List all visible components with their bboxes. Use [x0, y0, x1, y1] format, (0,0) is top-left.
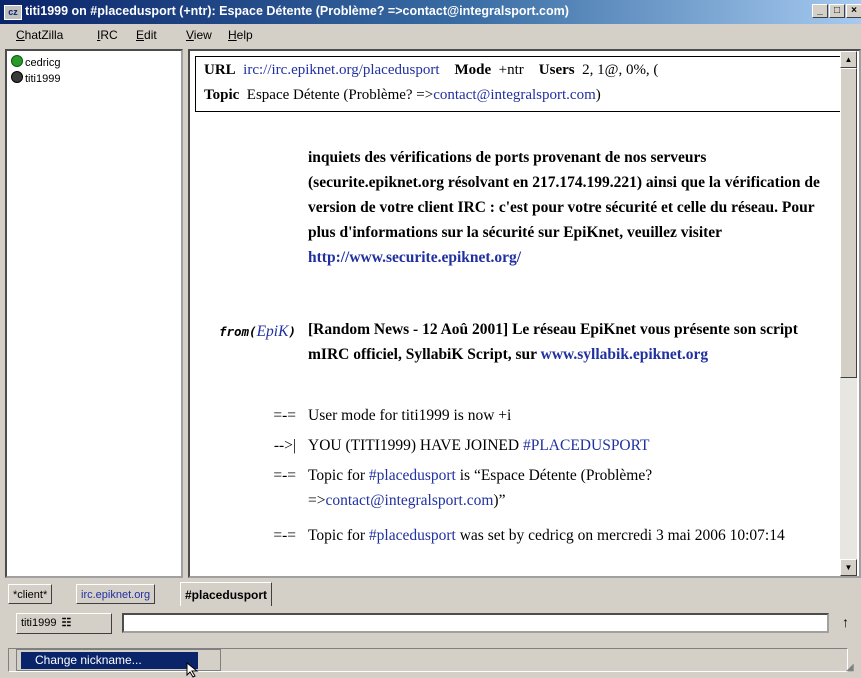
message-row: inquiets des vérifications de ports prov… — [190, 145, 842, 295]
message-text: was set by cedricg on mercredi 3 mai 200… — [459, 527, 785, 544]
user-nick: cedricg — [25, 57, 61, 69]
message-from: -->| — [273, 437, 296, 454]
user-item-cedricg[interactable]: cedricg — [11, 55, 60, 71]
channel-link[interactable]: #placedusport — [369, 467, 456, 484]
minimize-button[interactable]: _ — [812, 4, 828, 18]
nickname-button[interactable]: titi1999 ☷ — [16, 613, 112, 634]
user-status-icon — [11, 71, 23, 83]
topic-end: ) — [595, 87, 601, 103]
vertical-scrollbar[interactable]: ▲ ▼ — [840, 51, 857, 576]
topic-label: Topic — [204, 87, 240, 103]
menu-chatzilla[interactable]: ChatZilla — [16, 28, 63, 42]
message-text: YOU (TITI1999) HAVE JOINED — [308, 437, 520, 454]
email-link[interactable]: contact@integralsport.com — [325, 492, 493, 509]
menu-irc[interactable]: IRC — [97, 28, 118, 42]
mode-label: Mode — [454, 62, 492, 78]
message-link[interactable]: #PLACEDUSPORT — [523, 437, 650, 454]
input-row: titi1999 ☷ ↑ — [0, 610, 861, 636]
menu-view[interactable]: View — [186, 28, 212, 42]
channel-url-link[interactable]: irc://irc.epiknet.org/placedusport — [243, 62, 439, 78]
op-status-icon — [11, 55, 23, 67]
message-text: )” — [493, 492, 506, 509]
message-text: User mode for titi1999 is now +i — [308, 407, 512, 424]
users-label: Users — [538, 62, 575, 78]
multiline-toggle-icon[interactable]: ↑ — [842, 614, 849, 630]
message-row: =-= Topic for #placedusport is “Espace D… — [190, 463, 842, 513]
message-row: from(EpiK) [Random News - 12 Aoû 2001] L… — [190, 317, 842, 393]
user-item-titi1999[interactable]: titi1999 — [11, 71, 60, 87]
chatzilla-app-icon: cz — [4, 5, 22, 20]
menu-edit[interactable]: Edit — [136, 28, 157, 42]
close-button[interactable]: × — [846, 4, 861, 18]
url-label: URL — [204, 62, 236, 78]
change-nickname-menu-item[interactable]: Change nickname... — [21, 652, 198, 669]
user-nick: titi1999 — [25, 73, 61, 85]
user-list: cedricg titi1999 — [5, 49, 183, 578]
message-link[interactable]: http://www.securite.epiknet.org/ — [308, 249, 521, 266]
from-nick-link[interactable]: EpiK — [257, 323, 289, 340]
scroll-thumb[interactable] — [840, 68, 857, 378]
mouse-cursor-icon — [186, 662, 199, 678]
tab-server[interactable]: irc.epiknet.org — [76, 584, 156, 604]
message-row: =-= Topic for #placedusport was set by c… — [190, 523, 842, 573]
channel-link[interactable]: #placedusport — [369, 527, 456, 544]
mode-value: +ntr — [498, 62, 524, 78]
scroll-up-icon[interactable]: ▲ — [840, 51, 857, 68]
topic-email-link[interactable]: contact@integralsport.com — [433, 87, 596, 103]
message-link[interactable]: www.syllabik.epiknet.org — [541, 346, 709, 363]
message-text: inquiets des vérifications de ports prov… — [308, 149, 820, 241]
message-text: Topic for — [308, 467, 366, 484]
topic-text: Espace Détente (Problème? => — [246, 87, 434, 103]
message-from: =-= — [273, 407, 296, 424]
tab-placedusport[interactable]: #placedusport — [180, 582, 273, 606]
maximize-button[interactable]: □ — [829, 4, 845, 18]
tab-client[interactable]: *client* — [8, 584, 53, 604]
nick-menu-icon: ☷ — [61, 617, 72, 629]
chat-output: URL irc://irc.epiknet.org/placedusport M… — [188, 49, 861, 578]
message-input[interactable] — [122, 613, 829, 633]
menu-help[interactable]: Help — [228, 28, 253, 42]
menu-bar: ChatZilla IRC Edit View Help — [0, 24, 861, 46]
tab-bar: *client* irc.epiknet.org #placedusport — [0, 582, 861, 608]
message-from: from(EpiK) — [218, 323, 296, 340]
message-from: =-= — [273, 467, 296, 484]
message-from: =-= — [273, 527, 296, 544]
message-text: Topic for — [308, 527, 366, 544]
resize-grip-icon[interactable]: ◢ — [846, 662, 854, 673]
users-value: 2, 1@, 0%, ( — [582, 62, 659, 78]
scroll-down-icon[interactable]: ▼ — [840, 559, 857, 576]
nickname-label: titi1999 — [21, 617, 57, 629]
window-title: titi1999 on #placedusport (+ntr): Espace… — [25, 4, 569, 18]
title-bar: cz titi1999 on #placedusport (+ntr): Esp… — [0, 0, 861, 24]
channel-header: URL irc://irc.epiknet.org/placedusport M… — [195, 56, 845, 112]
